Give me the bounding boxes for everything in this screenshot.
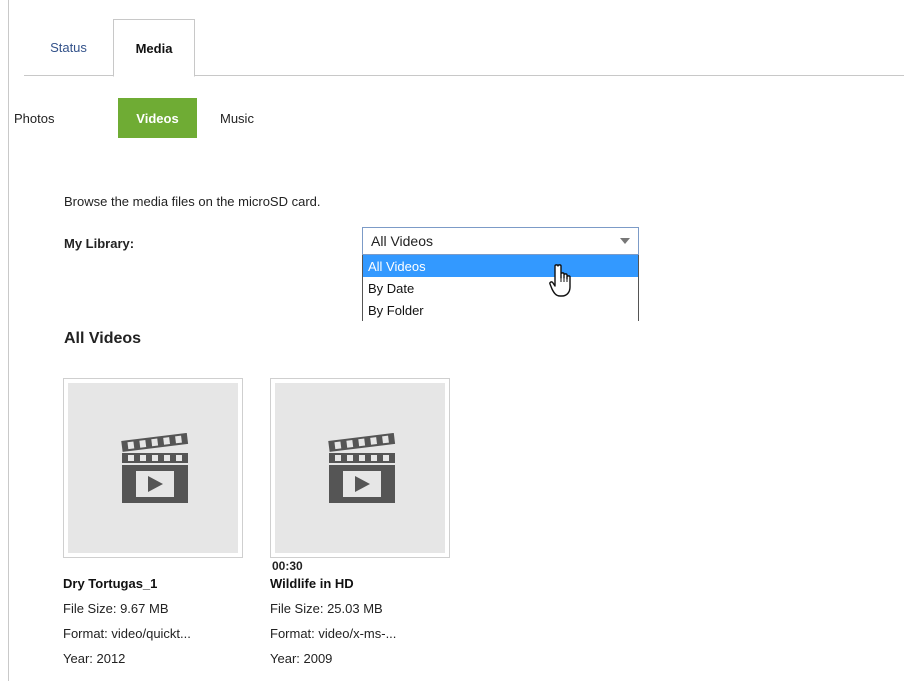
library-dropdown-list: All Videos By Date By Folder — [362, 255, 639, 321]
video-title[interactable]: Dry Tortugas_1 — [63, 576, 157, 591]
subtab-videos[interactable]: Videos — [118, 98, 197, 138]
subtab-photos[interactable]: Photos — [14, 98, 76, 138]
library-select-value: All Videos — [371, 233, 434, 249]
video-format: Format: video/quickt... — [63, 626, 191, 641]
dropdown-option-by-date[interactable]: By Date — [363, 277, 638, 299]
hand-pointer-icon — [549, 264, 571, 297]
film-clapper-play-icon — [328, 433, 396, 503]
video-year: Year: 2012 — [63, 651, 126, 666]
video-format: Format: video/x-ms-... — [270, 626, 397, 641]
tab-status[interactable]: Status — [24, 19, 113, 76]
video-thumbnail[interactable] — [63, 378, 243, 558]
top-tab-bar: Status Media — [24, 19, 904, 77]
tab-media[interactable]: Media — [113, 19, 195, 77]
video-thumbnail[interactable] — [270, 378, 450, 558]
chevron-down-icon — [620, 238, 630, 244]
video-file-size: File Size: 25.03 MB — [270, 601, 383, 616]
video-duration: 00:30 — [272, 559, 303, 573]
library-label: My Library: — [64, 236, 135, 251]
video-file-size: File Size: 9.67 MB — [63, 601, 169, 616]
video-title[interactable]: Wildlife in HD — [270, 576, 354, 591]
subtab-music[interactable]: Music — [220, 98, 280, 138]
film-clapper-play-icon — [121, 433, 189, 503]
intro-text: Browse the media files on the microSD ca… — [64, 194, 321, 209]
video-year: Year: 2009 — [270, 651, 333, 666]
video-card[interactable]: 00:30 Wildlife in HD File Size: 25.03 MB… — [270, 378, 450, 666]
left-border — [8, 0, 9, 681]
section-title: All Videos — [64, 330, 142, 347]
video-card[interactable]: Dry Tortugas_1 File Size: 9.67 MB Format… — [63, 378, 243, 666]
dropdown-option-by-folder[interactable]: By Folder — [363, 299, 638, 321]
dropdown-option-all-videos[interactable]: All Videos — [363, 255, 638, 277]
library-select[interactable]: All Videos — [362, 227, 639, 255]
